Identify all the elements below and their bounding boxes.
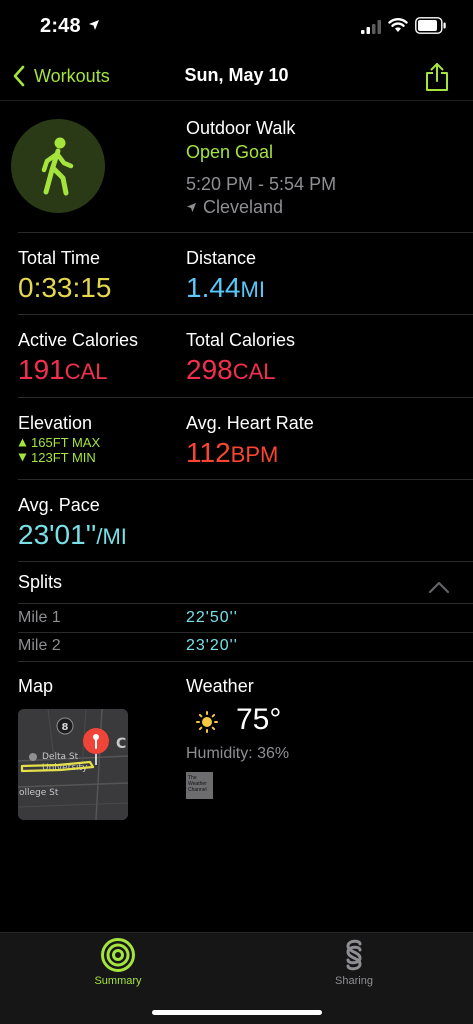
elevation-max: 165FT MAX	[18, 435, 100, 450]
route-map-graphic: 8 Delta St University ollege St C	[18, 709, 128, 820]
active-calories-label: Active Calories	[18, 330, 139, 350]
total-calories-value: 298CAL	[186, 353, 295, 389]
split-mile: Mile 2	[18, 637, 61, 654]
workout-goal: Open Goal	[186, 142, 274, 162]
split-mile: Mile 1	[18, 609, 61, 626]
status-bar: 2:48	[0, 0, 473, 52]
elevation-max-value: 165FT MAX	[31, 435, 101, 450]
heart-rate-metric: Avg. Heart Rate 112BPM	[186, 412, 314, 472]
tab-summary-label: Summary	[94, 975, 142, 987]
workout-location: Cleveland	[186, 196, 336, 218]
divider	[18, 561, 473, 562]
workout-type: Outdoor Walk	[186, 118, 296, 138]
elevation-label: Elevation	[18, 413, 93, 433]
heart-rate-unit: BPM	[230, 442, 279, 467]
location-arrow-icon	[186, 202, 197, 212]
heart-rate-label: Avg. Heart Rate	[186, 413, 314, 433]
triangle-up-icon	[18, 438, 27, 447]
pace-number: 23'01''	[18, 519, 97, 550]
elevation-min-value: 123FT MIN	[31, 450, 96, 465]
divider	[18, 314, 473, 315]
heart-rate-value: 112BPM	[186, 436, 314, 472]
wifi-icon	[388, 18, 408, 32]
activity-rings-icon	[101, 938, 135, 972]
weather-humidity: Humidity: 36%	[186, 745, 290, 762]
share-icon[interactable]	[424, 62, 450, 92]
navigation-bar: Workouts Sun, May 10	[0, 52, 473, 101]
split-row: Mile 2 23'20''	[0, 633, 473, 661]
total-calories-metric: Total Calories 298CAL	[186, 329, 295, 389]
divider	[18, 661, 473, 662]
heart-rate-number: 112	[186, 437, 231, 468]
pace-value: 23'01''/MI	[18, 518, 127, 554]
split-time: 23'20''	[186, 637, 238, 654]
total-time-value: 0:33:15	[18, 272, 112, 303]
triangle-down-icon	[18, 453, 27, 462]
location-name: Cleveland	[203, 197, 284, 217]
workout-detail-screen: 2:48 Workouts Sun, May 10 Outdoor Walk O…	[0, 0, 473, 1024]
divider	[18, 603, 473, 604]
map-street-label: C	[116, 736, 126, 752]
distance-metric: Distance 1.44MI	[186, 247, 265, 307]
cellular-signal-icon	[361, 20, 381, 34]
workout-time-range: 5:20 PM - 5:54 PM	[186, 174, 337, 194]
tab-sharing[interactable]: Sharing	[294, 937, 414, 987]
chevron-up-icon[interactable]	[428, 580, 450, 594]
total-calories-unit: CAL	[232, 359, 276, 384]
weather-label: Weather	[186, 676, 254, 696]
active-calories-value: 191CAL	[18, 353, 138, 389]
total-calories-number: 298	[186, 354, 233, 385]
elevation-metric: Elevation 165FT MAX 123FT MIN	[18, 412, 100, 465]
divider	[18, 479, 473, 480]
divider	[18, 232, 473, 233]
pace-metric: Avg. Pace 23'01''/MI	[18, 494, 127, 554]
walking-icon	[11, 119, 105, 213]
tab-summary[interactable]: Summary	[58, 937, 178, 987]
home-indicator[interactable]	[152, 1010, 322, 1015]
distance-unit: MI	[240, 277, 265, 302]
page-title: Sun, May 10	[184, 65, 289, 85]
weather-channel-logo: The Weather Channel	[186, 772, 213, 799]
splits-title: Splits	[18, 572, 63, 592]
map-route-marker: 8	[62, 722, 69, 733]
sun-icon	[196, 711, 218, 733]
distance-number: 1.44	[186, 272, 241, 303]
map-street-label: Delta St	[42, 752, 79, 762]
split-time: 22'50''	[186, 609, 238, 626]
map-street-label: ollege St	[19, 788, 59, 798]
active-calories-number: 191	[18, 354, 65, 385]
pace-unit: /MI	[96, 524, 127, 549]
workout-header: Outdoor Walk Open Goal 5:20 PM - 5:54 PM…	[186, 117, 336, 218]
active-calories-unit: CAL	[64, 359, 108, 384]
distance-value: 1.44MI	[186, 271, 265, 307]
status-time: 2:48	[40, 15, 81, 37]
location-arrow-icon	[89, 20, 99, 30]
battery-icon	[415, 17, 446, 34]
elevation-min: 123FT MIN	[18, 450, 100, 465]
total-calories-label: Total Calories	[186, 330, 296, 350]
sharing-icon	[346, 939, 362, 971]
map-label: Map	[18, 676, 54, 696]
split-row: Mile 1 22'50''	[0, 605, 473, 633]
pace-label: Avg. Pace	[18, 495, 100, 515]
active-calories-metric: Active Calories 191CAL	[18, 329, 138, 389]
distance-label: Distance	[186, 248, 257, 268]
total-time-metric: Total Time 0:33:15	[18, 247, 111, 305]
tab-sharing-label: Sharing	[335, 975, 373, 987]
weather-temperature: 75°	[236, 703, 282, 736]
divider	[18, 397, 473, 398]
total-time-label: Total Time	[18, 248, 101, 268]
route-map[interactable]: 8 Delta St University ollege St C	[18, 709, 128, 820]
